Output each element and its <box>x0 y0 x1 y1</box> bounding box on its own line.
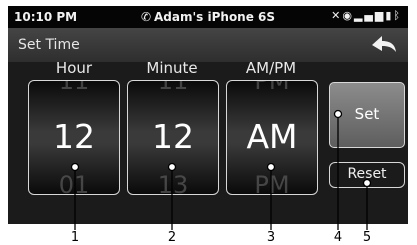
callout-dot-5 <box>362 178 372 188</box>
callout-dot-3 <box>266 162 276 172</box>
callout-4: 4 <box>333 230 343 245</box>
callout-dot-4 <box>333 109 343 119</box>
callout-3: 3 <box>266 230 276 245</box>
callout-5: 5 <box>362 230 372 245</box>
callout-dot-2 <box>167 162 177 172</box>
callout-1: 1 <box>70 230 80 245</box>
callout-dot-1 <box>70 162 80 172</box>
callout-lines <box>70 109 372 230</box>
callout-2: 2 <box>167 230 177 245</box>
